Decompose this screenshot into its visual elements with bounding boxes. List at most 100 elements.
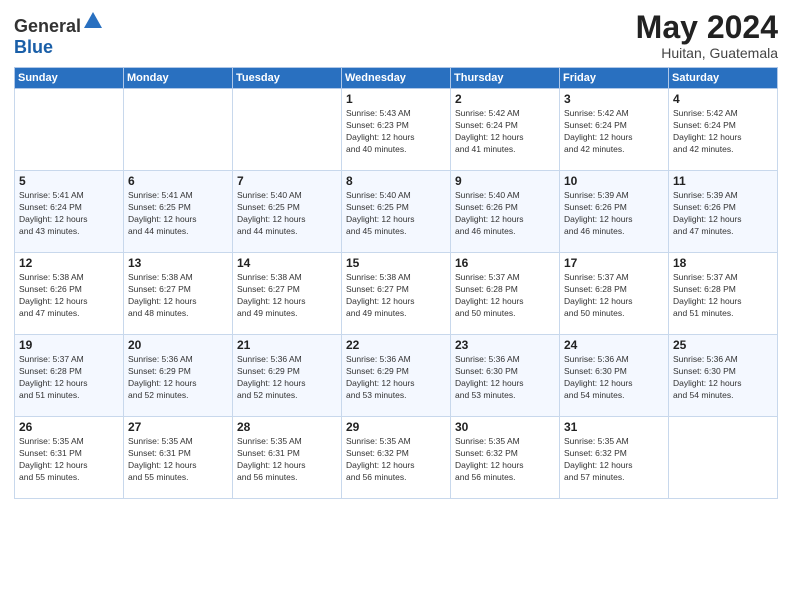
day-info: Sunrise: 5:36 AM Sunset: 6:30 PM Dayligh… [673, 354, 773, 402]
day-number: 20 [128, 338, 228, 352]
day-number: 13 [128, 256, 228, 270]
day-info: Sunrise: 5:38 AM Sunset: 6:27 PM Dayligh… [346, 272, 446, 320]
day-number: 31 [564, 420, 664, 434]
day-info: Sunrise: 5:35 AM Sunset: 6:32 PM Dayligh… [346, 436, 446, 484]
day-number: 16 [455, 256, 555, 270]
calendar-cell: 18 Sunrise: 5:37 AM Sunset: 6:28 PM Dayli… [669, 253, 778, 335]
day-info: Sunrise: 5:35 AM Sunset: 6:31 PM Dayligh… [128, 436, 228, 484]
calendar-cell: 19 Sunrise: 5:37 AM Sunset: 6:28 PM Dayli… [15, 335, 124, 417]
day-number: 15 [346, 256, 446, 270]
day-number: 4 [673, 92, 773, 106]
calendar-cell: 21 Sunrise: 5:36 AM Sunset: 6:29 PM Dayli… [233, 335, 342, 417]
calendar-cell: 7 Sunrise: 5:40 AM Sunset: 6:25 PM Daylig… [233, 171, 342, 253]
logo-icon [82, 10, 104, 32]
day-number: 8 [346, 174, 446, 188]
calendar-cell: 14 Sunrise: 5:38 AM Sunset: 6:27 PM Dayli… [233, 253, 342, 335]
header: General Blue May 2024 Huitan, Guatemala [14, 10, 778, 61]
day-number: 14 [237, 256, 337, 270]
calendar-cell: 5Sunrise: 5:41 AM Sunset: 6:24 PM Daylig… [15, 171, 124, 253]
day-info: Sunrise: 5:42 AM Sunset: 6:24 PM Dayligh… [673, 108, 773, 156]
weekday-tuesday: Tuesday [233, 68, 342, 89]
day-info: Sunrise: 5:36 AM Sunset: 6:30 PM Dayligh… [564, 354, 664, 402]
day-info: Sunrise: 5:42 AM Sunset: 6:24 PM Dayligh… [564, 108, 664, 156]
calendar-cell: 27 Sunrise: 5:35 AM Sunset: 6:31 PM Dayli… [124, 417, 233, 499]
day-number: 6 [128, 174, 228, 188]
day-number: 3 [564, 92, 664, 106]
day-number: 27 [128, 420, 228, 434]
calendar-cell [233, 89, 342, 171]
calendar-cell: 10Sunrise: 5:39 AM Sunset: 6:26 PM Dayli… [560, 171, 669, 253]
logo-blue-text: Blue [14, 37, 53, 57]
day-number: 11 [673, 174, 773, 188]
calendar-cell: 26Sunrise: 5:35 AM Sunset: 6:31 PM Dayli… [15, 417, 124, 499]
calendar-cell: 23 Sunrise: 5:36 AM Sunset: 6:30 PM Dayli… [451, 335, 560, 417]
calendar-cell: 11 Sunrise: 5:39 AM Sunset: 6:26 PM Dayli… [669, 171, 778, 253]
title-block: May 2024 Huitan, Guatemala [636, 10, 778, 61]
day-number: 18 [673, 256, 773, 270]
weekday-row: Sunday Monday Tuesday Wednesday Thursday… [15, 68, 778, 89]
day-info: Sunrise: 5:37 AM Sunset: 6:28 PM Dayligh… [19, 354, 119, 402]
calendar-cell [124, 89, 233, 171]
day-info: Sunrise: 5:36 AM Sunset: 6:29 PM Dayligh… [237, 354, 337, 402]
day-number: 7 [237, 174, 337, 188]
calendar-cell: 13 Sunrise: 5:38 AM Sunset: 6:27 PM Dayli… [124, 253, 233, 335]
day-info: Sunrise: 5:38 AM Sunset: 6:27 PM Dayligh… [128, 272, 228, 320]
weekday-monday: Monday [124, 68, 233, 89]
day-number: 25 [673, 338, 773, 352]
day-number: 5 [19, 174, 119, 188]
day-info: Sunrise: 5:42 AM Sunset: 6:24 PM Dayligh… [455, 108, 555, 156]
calendar-cell: 24 Sunrise: 5:36 AM Sunset: 6:30 PM Dayli… [560, 335, 669, 417]
day-info: Sunrise: 5:40 AM Sunset: 6:26 PM Dayligh… [455, 190, 555, 238]
day-info: Sunrise: 5:41 AM Sunset: 6:25 PM Dayligh… [128, 190, 228, 238]
weekday-wednesday: Wednesday [342, 68, 451, 89]
day-number: 29 [346, 420, 446, 434]
calendar-cell: 15 Sunrise: 5:38 AM Sunset: 6:27 PM Dayli… [342, 253, 451, 335]
day-number: 23 [455, 338, 555, 352]
day-info: Sunrise: 5:36 AM Sunset: 6:30 PM Dayligh… [455, 354, 555, 402]
day-number: 2 [455, 92, 555, 106]
weekday-thursday: Thursday [451, 68, 560, 89]
day-number: 22 [346, 338, 446, 352]
day-info: Sunrise: 5:35 AM Sunset: 6:32 PM Dayligh… [455, 436, 555, 484]
location: Huitan, Guatemala [636, 45, 778, 61]
day-number: 1 [346, 92, 446, 106]
day-info: Sunrise: 5:35 AM Sunset: 6:31 PM Dayligh… [237, 436, 337, 484]
calendar-table: Sunday Monday Tuesday Wednesday Thursday… [14, 67, 778, 499]
day-info: Sunrise: 5:38 AM Sunset: 6:27 PM Dayligh… [237, 272, 337, 320]
calendar-cell: 12Sunrise: 5:38 AM Sunset: 6:26 PM Dayli… [15, 253, 124, 335]
day-number: 28 [237, 420, 337, 434]
calendar-cell: 20 Sunrise: 5:36 AM Sunset: 6:29 PM Dayli… [124, 335, 233, 417]
calendar-cell: 30Sunrise: 5:35 AM Sunset: 6:32 PM Dayli… [451, 417, 560, 499]
calendar-cell: 9Sunrise: 5:40 AM Sunset: 6:26 PM Daylig… [451, 171, 560, 253]
day-info: Sunrise: 5:40 AM Sunset: 6:25 PM Dayligh… [346, 190, 446, 238]
page: General Blue May 2024 Huitan, Guatemala … [0, 0, 792, 612]
calendar-cell: 31 Sunrise: 5:35 AM Sunset: 6:32 PM Dayli… [560, 417, 669, 499]
day-info: Sunrise: 5:36 AM Sunset: 6:29 PM Dayligh… [128, 354, 228, 402]
weekday-saturday: Saturday [669, 68, 778, 89]
calendar-cell: 6 Sunrise: 5:41 AM Sunset: 6:25 PM Daylig… [124, 171, 233, 253]
calendar-cell: 22 Sunrise: 5:36 AM Sunset: 6:29 PM Dayli… [342, 335, 451, 417]
calendar-week-0: 1Sunrise: 5:43 AM Sunset: 6:23 PM Daylig… [15, 89, 778, 171]
calendar-cell: 4 Sunrise: 5:42 AM Sunset: 6:24 PM Daylig… [669, 89, 778, 171]
calendar-cell: 29 Sunrise: 5:35 AM Sunset: 6:32 PM Dayli… [342, 417, 451, 499]
calendar-body: 1Sunrise: 5:43 AM Sunset: 6:23 PM Daylig… [15, 89, 778, 499]
day-info: Sunrise: 5:39 AM Sunset: 6:26 PM Dayligh… [673, 190, 773, 238]
calendar-cell [15, 89, 124, 171]
calendar-cell: 25 Sunrise: 5:36 AM Sunset: 6:30 PM Dayli… [669, 335, 778, 417]
calendar-header: Sunday Monday Tuesday Wednesday Thursday… [15, 68, 778, 89]
day-info: Sunrise: 5:35 AM Sunset: 6:31 PM Dayligh… [19, 436, 119, 484]
day-info: Sunrise: 5:36 AM Sunset: 6:29 PM Dayligh… [346, 354, 446, 402]
day-number: 24 [564, 338, 664, 352]
day-info: Sunrise: 5:35 AM Sunset: 6:32 PM Dayligh… [564, 436, 664, 484]
day-info: Sunrise: 5:37 AM Sunset: 6:28 PM Dayligh… [455, 272, 555, 320]
month-title: May 2024 [636, 10, 778, 45]
day-number: 12 [19, 256, 119, 270]
day-number: 21 [237, 338, 337, 352]
day-number: 19 [19, 338, 119, 352]
calendar-week-2: 12Sunrise: 5:38 AM Sunset: 6:26 PM Dayli… [15, 253, 778, 335]
day-number: 10 [564, 174, 664, 188]
day-info: Sunrise: 5:37 AM Sunset: 6:28 PM Dayligh… [673, 272, 773, 320]
calendar-cell: 17Sunrise: 5:37 AM Sunset: 6:28 PM Dayli… [560, 253, 669, 335]
day-info: Sunrise: 5:40 AM Sunset: 6:25 PM Dayligh… [237, 190, 337, 238]
weekday-sunday: Sunday [15, 68, 124, 89]
